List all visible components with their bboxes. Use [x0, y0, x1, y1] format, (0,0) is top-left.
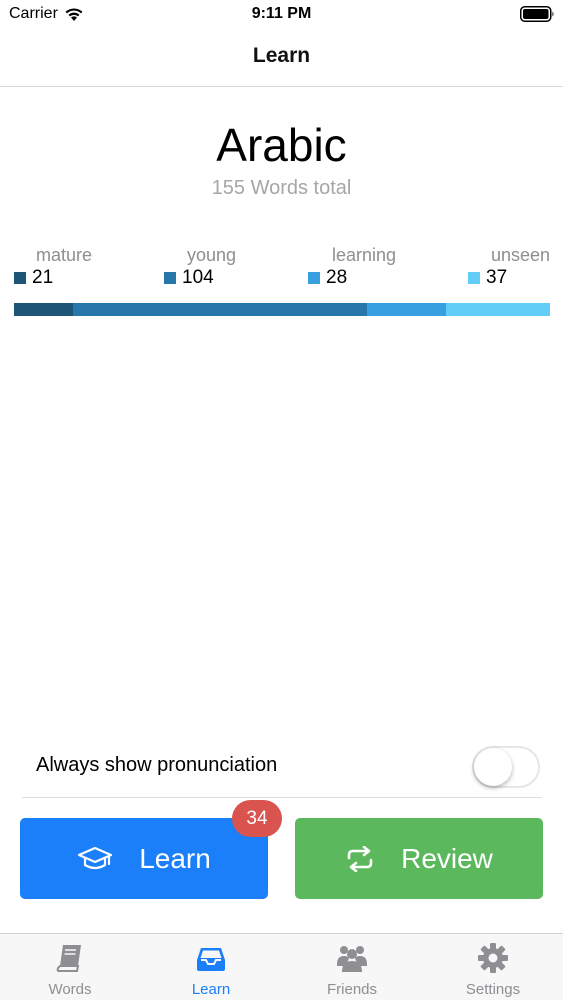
stat-swatch [308, 272, 320, 284]
tab-label: Friends [326, 981, 378, 998]
stat-unseen: unseen 37 [468, 244, 550, 294]
tab-friends[interactable]: Friends [282, 934, 422, 1000]
progress-segment-unseen [445, 303, 550, 316]
stat-label: learning [331, 245, 396, 265]
toggle-knob [474, 748, 512, 786]
status-bar: Carrier 9:11 PM [0, 0, 563, 30]
status-time: 9:11 PM [251, 5, 312, 22]
pronunciation-setting: Always show pronunciation [22, 738, 542, 798]
stat-value: 37 [486, 267, 508, 288]
stat-value: 104 [182, 267, 214, 288]
stat-value: 28 [326, 267, 348, 288]
stat-swatch [14, 272, 26, 284]
review-button-label: Review [401, 842, 493, 874]
tab-label: Settings [465, 981, 521, 998]
tab-label: Learn [191, 981, 231, 998]
graduation-cap-icon [78, 846, 113, 869]
tab-label: Words [48, 981, 92, 998]
learn-button-label: Learn [139, 842, 211, 874]
page-title: Learn [252, 44, 311, 67]
progress-segment-mature [14, 303, 74, 316]
stat-label: unseen [490, 245, 550, 265]
battery-icon [520, 6, 554, 22]
progress-segment-young [73, 303, 367, 316]
navigation-bar: Learn [0, 30, 563, 87]
pronunciation-toggle[interactable] [472, 746, 540, 788]
words-total: 155 Words total [211, 177, 352, 199]
stat-mature: mature 21 [14, 244, 92, 294]
gear-icon [478, 943, 508, 973]
inbox-icon [197, 948, 225, 971]
users-icon [337, 946, 367, 972]
pronunciation-label: Always show pronunciation [36, 754, 278, 776]
tab-bar: Words Learn Friends Settings [0, 933, 563, 1000]
tab-words[interactable]: Words [0, 934, 140, 1000]
stat-swatch [468, 272, 480, 284]
repeat-icon [347, 845, 373, 872]
progress-bar [14, 303, 550, 316]
tab-settings[interactable]: Settings [423, 934, 563, 1000]
progress-segment-learning [366, 303, 446, 316]
stat-value: 21 [32, 267, 54, 288]
learn-button[interactable]: Learn [20, 818, 268, 899]
stat-label: mature [35, 245, 92, 265]
word-stats: mature 21 young 104 learning 28 unseen 3… [14, 244, 550, 294]
review-button[interactable]: Review [295, 818, 543, 899]
learn-count-badge: 34 [232, 800, 282, 837]
stat-learning: learning 28 [308, 244, 396, 294]
book-icon [56, 945, 81, 972]
language-title: Arabic [216, 119, 347, 171]
stat-young: young 104 [164, 244, 236, 294]
stat-swatch [164, 272, 176, 284]
stat-label: young [186, 245, 236, 265]
tab-learn[interactable]: Learn [141, 934, 281, 1000]
